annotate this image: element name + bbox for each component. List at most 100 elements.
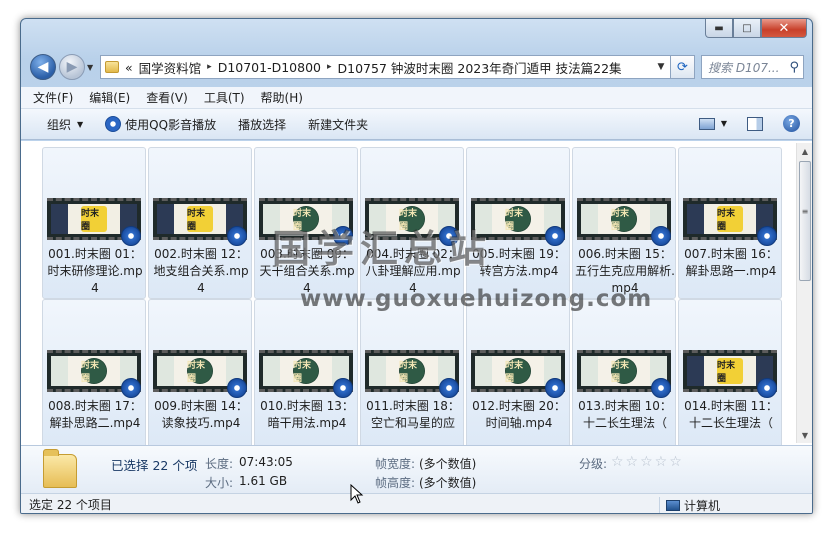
file-name: 011.时末圈 18：空亡和马星的应 bbox=[366, 399, 460, 430]
change-view-icon[interactable] bbox=[698, 117, 715, 130]
file-item[interactable]: 时末圈 005.时末圈 19：转宫方法.mp4 bbox=[466, 147, 570, 299]
rating-stars[interactable]: ☆☆☆☆☆ bbox=[611, 454, 684, 470]
frame-height-value: (多个数值) bbox=[419, 476, 477, 490]
frame-width-label: 帧宽度: bbox=[375, 457, 416, 471]
file-name: 006.时末圈 15：五行生克应用解析.mp4 bbox=[575, 247, 675, 295]
scroll-down-icon[interactable]: ▼ bbox=[797, 427, 812, 443]
menu-tools[interactable]: 工具(T) bbox=[204, 89, 245, 106]
back-button[interactable]: ◀ bbox=[30, 54, 56, 80]
file-name: 008.时末圈 17：解卦思路二.mp4 bbox=[48, 399, 142, 430]
selection-count: 已选择 22 个项 bbox=[111, 458, 198, 473]
breadcrumb-current[interactable]: D10757 钟波时末圈 2023年奇门遁甲 技法篇22集 bbox=[338, 58, 622, 77]
qq-player-badge-icon bbox=[333, 226, 353, 246]
scroll-up-icon[interactable]: ▲ bbox=[797, 143, 812, 159]
menu-bar: 文件(F) 编辑(E) 查看(V) 工具(T) 帮助(H) bbox=[21, 87, 812, 109]
file-name: 003.时末圈 09：天干组合关系.mp4 bbox=[259, 247, 355, 295]
breadcrumb-range[interactable]: D10701-D10800 bbox=[218, 60, 321, 75]
qq-player-badge-icon bbox=[757, 226, 777, 246]
rating-label: 分级: bbox=[579, 457, 608, 471]
file-item[interactable]: 时末圈 001.时末圈 01：时末研修理论.mp4 bbox=[42, 147, 146, 299]
frame-height-label: 帧高度: bbox=[375, 476, 416, 490]
file-name: 012.时末圈 20：时间轴.mp4 bbox=[472, 399, 566, 430]
maximize-button[interactable]: □ bbox=[733, 19, 761, 38]
search-icon[interactable]: ⚲ bbox=[789, 60, 799, 75]
menu-file[interactable]: 文件(F) bbox=[33, 89, 73, 106]
address-dropdown-icon[interactable]: ▼ bbox=[652, 62, 670, 72]
play-selection-label: 播放选择 bbox=[238, 117, 287, 132]
file-item[interactable]: 时末圈 009.时末圈 14：读象技巧.mp4 bbox=[148, 299, 252, 445]
file-item[interactable]: 时末圈 011.时末圈 18：空亡和马星的应 bbox=[360, 299, 464, 445]
recent-pages-dropdown[interactable]: ▼ bbox=[87, 63, 93, 72]
preview-pane-icon[interactable] bbox=[747, 116, 763, 131]
file-name: 014.时末圈 11：十二长生理法（ bbox=[684, 399, 778, 430]
vertical-scrollbar[interactable]: ▲ ≡ ▼ bbox=[796, 143, 812, 443]
qq-player-badge-icon bbox=[121, 226, 141, 246]
file-name: 004.时末圈 02：八卦理解应用.mp4 bbox=[365, 247, 461, 295]
size-value: 1.61 GB bbox=[239, 474, 288, 488]
search-input[interactable]: 搜索 D107... ⚲ bbox=[701, 55, 804, 79]
length-label: 长度: bbox=[205, 457, 234, 471]
address-bar[interactable]: « 国学资料馆 ▸ D10701-D10800 ▸ D10757 钟波时末圈 2… bbox=[100, 55, 671, 79]
qq-player-badge-icon bbox=[757, 378, 777, 398]
thumbnail-title: 时末圈 bbox=[399, 358, 425, 384]
file-item[interactable]: 时末圈 014.时末圈 11：十二长生理法（ bbox=[678, 299, 782, 445]
file-name: 013.时末圈 10：十二长生理法（ bbox=[578, 399, 672, 430]
file-item[interactable]: 时末圈 012.时末圈 20：时间轴.mp4 bbox=[466, 299, 570, 445]
thumbnail-title: 时末圈 bbox=[81, 206, 107, 232]
thumbnail-title: 时末圈 bbox=[611, 206, 637, 232]
help-icon[interactable]: ? bbox=[783, 115, 800, 132]
new-folder-button[interactable]: 新建文件夹 bbox=[308, 116, 368, 133]
file-name: 009.时末圈 14：读象技巧.mp4 bbox=[154, 399, 248, 430]
qq-player-badge-icon bbox=[439, 378, 459, 398]
command-toolbar: 组织 ▼ 使用QQ影音播放 播放选择 新建文件夹 ▼ ? bbox=[21, 109, 812, 140]
search-placeholder: 搜索 D107... bbox=[708, 60, 780, 75]
toolbar-right: ▼ ? bbox=[698, 115, 800, 132]
organize-button[interactable]: 组织 ▼ bbox=[47, 116, 83, 133]
mouse-cursor-icon bbox=[350, 484, 364, 504]
file-name: 007.时末圈 16：解卦思路一.mp4 bbox=[684, 247, 778, 278]
chevron-down-icon: ▼ bbox=[77, 119, 84, 129]
file-item[interactable]: 时末圈 003.时末圈 09：天干组合关系.mp4 bbox=[254, 147, 358, 299]
thumbnail-title: 时末圈 bbox=[717, 206, 743, 232]
refresh-button[interactable]: ⟳ bbox=[671, 55, 695, 79]
breadcrumb-root[interactable]: 国学资料馆 bbox=[139, 58, 202, 77]
qq-player-badge-icon bbox=[227, 226, 247, 246]
file-item[interactable]: 时末圈 013.时末圈 10：十二长生理法（ bbox=[572, 299, 676, 445]
thumbnail-title: 时末圈 bbox=[293, 358, 319, 384]
thumbnail-title: 时末圈 bbox=[187, 206, 213, 232]
thumbnail-title: 时末圈 bbox=[505, 206, 531, 232]
menu-view[interactable]: 查看(V) bbox=[146, 89, 188, 106]
scrollbar-grip-icon: ≡ bbox=[801, 206, 809, 216]
qq-player-badge-icon bbox=[545, 226, 565, 246]
qq-player-badge-icon bbox=[651, 226, 671, 246]
menu-edit[interactable]: 编辑(E) bbox=[89, 89, 130, 106]
minimize-button[interactable]: ▬ bbox=[705, 19, 733, 38]
details-pane: 已选择 22 个项 长度: 07:43:05 大小: 1.61 GB 帧宽度: … bbox=[21, 445, 812, 493]
scrollbar-thumb[interactable] bbox=[799, 161, 811, 281]
breadcrumb-separator[interactable]: ▸ bbox=[207, 62, 212, 72]
file-name: 001.时末圈 01：时末研修理论.mp4 bbox=[47, 247, 143, 295]
file-item[interactable]: 时末圈 004.时末圈 02：八卦理解应用.mp4 bbox=[360, 147, 464, 299]
menu-help[interactable]: 帮助(H) bbox=[261, 89, 303, 106]
thumbnail-title: 时末圈 bbox=[399, 206, 425, 232]
file-list[interactable]: 时末圈 001.时末圈 01：时末研修理论.mp4 时末圈 002.时末圈 12：地支… bbox=[21, 141, 812, 445]
file-item[interactable]: 时末圈 007.时末圈 16：解卦思路一.mp4 bbox=[678, 147, 782, 299]
file-item[interactable]: 时末圈 010.时末圈 13：暗干用法.mp4 bbox=[254, 299, 358, 445]
play-with-qq-button[interactable]: 使用QQ影音播放 bbox=[105, 116, 216, 133]
file-name: 002.时末圈 12：地支组合关系.mp4 bbox=[153, 247, 249, 295]
breadcrumb-separator[interactable]: ▸ bbox=[327, 62, 332, 72]
thumbnail-title: 时末圈 bbox=[81, 358, 107, 384]
qq-player-badge-icon bbox=[227, 378, 247, 398]
file-item[interactable]: 时末圈 006.时末圈 15：五行生克应用解析.mp4 bbox=[572, 147, 676, 299]
view-options-dropdown[interactable]: ▼ bbox=[721, 119, 727, 128]
file-item[interactable]: 时末圈 002.时末圈 12：地支组合关系.mp4 bbox=[148, 147, 252, 299]
status-bar: 选定 22 个项目 计算机 bbox=[21, 493, 812, 513]
multiple-items-icon bbox=[43, 449, 77, 488]
breadcrumb-overflow[interactable]: « bbox=[125, 60, 133, 75]
forward-button[interactable]: ▶ bbox=[59, 54, 85, 80]
close-button[interactable]: ✕ bbox=[761, 19, 807, 38]
file-item[interactable]: 时末圈 008.时末圈 17：解卦思路二.mp4 bbox=[42, 299, 146, 445]
computer-icon bbox=[666, 499, 680, 511]
play-selection-button[interactable]: 播放选择 bbox=[238, 116, 286, 133]
status-computer-label: 计算机 bbox=[684, 498, 721, 513]
